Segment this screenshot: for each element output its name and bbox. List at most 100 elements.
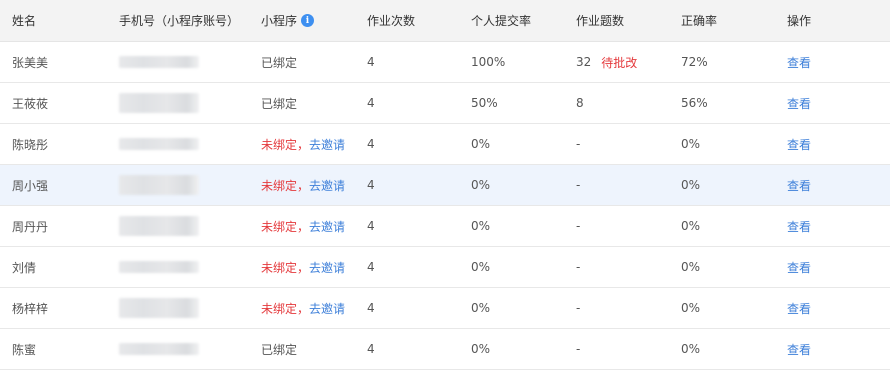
unbound-status: 未绑定， <box>261 260 310 275</box>
view-button[interactable]: 查看 <box>787 341 811 358</box>
question-count-cell: - <box>576 288 580 328</box>
student-name: 张美美 <box>12 55 49 70</box>
phone-number-redacted <box>119 288 199 328</box>
homework-count: 4 <box>367 219 375 233</box>
column-header-homework-count: 作业次数 <box>367 14 416 28</box>
invite-link[interactable]: 去邀请 <box>309 136 345 153</box>
miniprogram-status: 未绑定， 去邀请 <box>261 247 345 287</box>
column-header-correct-rate: 正确率 <box>681 14 718 28</box>
submit-rate: 0% <box>471 260 491 274</box>
table-row: 陈蜜 已绑定 4 0% - 0% 查看 <box>0 329 890 370</box>
info-icon[interactable]: i <box>301 14 315 27</box>
question-count-cell: 32 待批改 <box>576 42 637 82</box>
student-name: 杨梓梓 <box>12 301 49 316</box>
actions-cell: 查看 <box>787 247 811 287</box>
column-header-name: 姓名 <box>12 14 37 28</box>
redacted-blur <box>119 343 199 355</box>
phone-number-redacted <box>119 124 199 164</box>
redacted-blur <box>119 175 199 195</box>
table-row: 刘倩 未绑定， 去邀请 4 0% - 0% 查看 <box>0 247 890 288</box>
invite-link[interactable]: 去邀请 <box>309 177 345 194</box>
redacted-blur <box>119 216 199 236</box>
question-count: - <box>576 178 581 192</box>
phone-number-redacted <box>119 329 199 369</box>
actions-cell: 查看 <box>787 83 811 123</box>
submit-rate: 0% <box>471 342 491 356</box>
actions-cell: 查看 <box>787 288 811 328</box>
student-name: 周丹丹 <box>12 219 49 234</box>
question-count-cell: - <box>576 247 580 287</box>
miniprogram-status: 已绑定 <box>261 329 297 369</box>
unbound-status: 未绑定， <box>261 178 310 193</box>
question-count-cell: - <box>576 329 580 369</box>
table-header: 姓名 手机号（小程序账号） 小程序 i 作业次数 个人提交率 作业题数 正确率 … <box>0 0 890 42</box>
actions-cell: 查看 <box>787 42 811 82</box>
correct-rate: 72% <box>681 55 708 69</box>
redacted-blur <box>119 261 199 273</box>
actions-cell: 查看 <box>787 165 811 205</box>
homework-count: 4 <box>367 342 375 356</box>
student-homework-table: 姓名 手机号（小程序账号） 小程序 i 作业次数 个人提交率 作业题数 正确率 … <box>0 0 890 370</box>
actions-cell: 查看 <box>787 329 811 369</box>
homework-count: 4 <box>367 137 375 151</box>
redacted-blur <box>119 298 199 318</box>
correct-rate: 56% <box>681 96 708 110</box>
question-count: 32 <box>576 55 592 69</box>
miniprogram-status: 已绑定 <box>261 83 297 123</box>
question-count: - <box>576 260 581 274</box>
correct-rate: 0% <box>681 137 701 151</box>
bound-status: 已绑定 <box>261 55 298 70</box>
unbound-status: 未绑定， <box>261 137 310 152</box>
homework-count: 4 <box>367 96 375 110</box>
correct-rate: 0% <box>681 342 701 356</box>
phone-number-redacted <box>119 42 199 82</box>
phone-number-redacted <box>119 206 199 246</box>
submit-rate: 0% <box>471 137 491 151</box>
unbound-status: 未绑定， <box>261 219 310 234</box>
student-name: 周小强 <box>12 178 49 193</box>
actions-cell: 查看 <box>787 124 811 164</box>
view-button[interactable]: 查看 <box>787 136 811 153</box>
column-header-actions: 操作 <box>787 14 812 28</box>
invite-link[interactable]: 去邀请 <box>309 300 345 317</box>
unbound-status: 未绑定， <box>261 301 310 316</box>
question-count: - <box>576 137 581 151</box>
actions-cell: 查看 <box>787 206 811 246</box>
question-count: 8 <box>576 96 584 110</box>
invite-link[interactable]: 去邀请 <box>309 259 345 276</box>
column-header-miniprogram: 小程序 i <box>261 0 315 41</box>
view-button[interactable]: 查看 <box>787 95 811 112</box>
column-header-miniprogram-label: 小程序 <box>261 14 298 28</box>
correct-rate: 0% <box>681 178 701 192</box>
submit-rate: 0% <box>471 301 491 315</box>
view-button[interactable]: 查看 <box>787 54 811 71</box>
view-button[interactable]: 查看 <box>787 218 811 235</box>
redacted-blur <box>119 93 199 113</box>
pending-review-link[interactable]: 待批改 <box>601 54 637 71</box>
miniprogram-status: 已绑定 <box>261 42 297 82</box>
invite-link[interactable]: 去邀请 <box>309 218 345 235</box>
view-button[interactable]: 查看 <box>787 300 811 317</box>
question-count-cell: - <box>576 165 580 205</box>
student-name: 陈晓彤 <box>12 137 49 152</box>
homework-count: 4 <box>367 260 375 274</box>
table-row: 周丹丹 未绑定， 去邀请 4 0% - 0% 查看 <box>0 206 890 247</box>
bound-status: 已绑定 <box>261 342 298 357</box>
correct-rate: 0% <box>681 219 701 233</box>
column-header-phone: 手机号（小程序账号） <box>119 14 240 28</box>
question-count-cell: - <box>576 206 580 246</box>
student-name: 陈蜜 <box>12 342 37 357</box>
submit-rate: 50% <box>471 96 498 110</box>
submit-rate: 100% <box>471 55 506 69</box>
view-button[interactable]: 查看 <box>787 259 811 276</box>
question-count-cell: - <box>576 124 580 164</box>
question-count-cell: 8 <box>576 83 584 123</box>
student-name: 刘倩 <box>12 260 37 275</box>
student-name: 王莜莜 <box>12 96 49 111</box>
table-row: 杨梓梓 未绑定， 去邀请 4 0% - 0% 查看 <box>0 288 890 329</box>
miniprogram-status: 未绑定， 去邀请 <box>261 206 345 246</box>
column-header-submit-rate: 个人提交率 <box>471 14 532 28</box>
homework-count: 4 <box>367 301 375 315</box>
view-button[interactable]: 查看 <box>787 177 811 194</box>
phone-number-redacted <box>119 247 199 287</box>
